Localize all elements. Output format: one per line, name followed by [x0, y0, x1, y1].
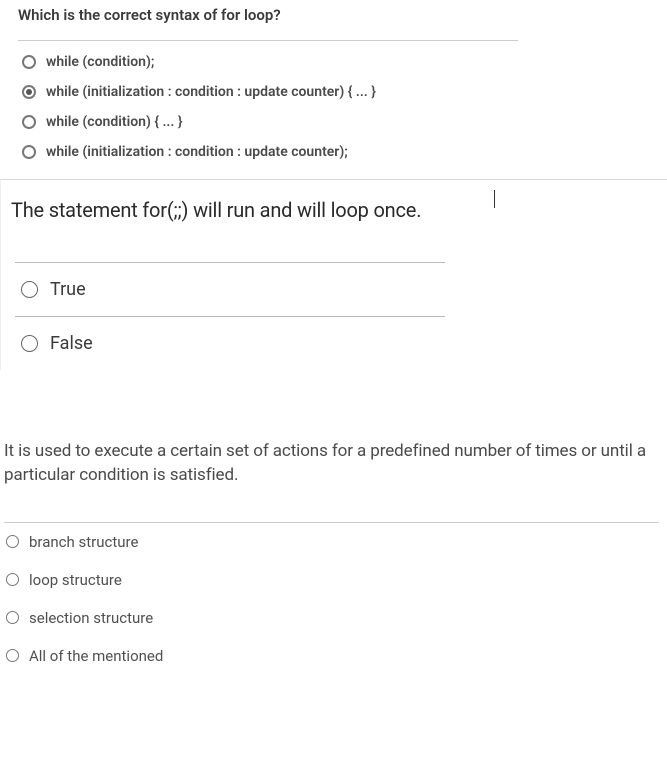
q2-option-true[interactable]: True [1, 263, 667, 316]
option-label: while (condition); [46, 54, 154, 70]
q3-option-1[interactable]: loop structure [4, 561, 663, 599]
option-label: while (initialization : condition : upda… [46, 84, 376, 100]
radio-icon [21, 281, 38, 298]
radio-icon [21, 335, 38, 352]
option-label: False [50, 333, 93, 354]
q3-option-3[interactable]: All of the mentioned [4, 637, 663, 675]
radio-icon [6, 573, 19, 586]
text-cursor [494, 190, 495, 208]
radio-icon [6, 611, 19, 624]
radio-icon [6, 649, 19, 662]
question-2-title: The statement for(;;) will run and will … [1, 180, 667, 262]
q1-option-1[interactable]: while (initialization : condition : upda… [18, 77, 649, 107]
q3-option-2[interactable]: selection structure [4, 599, 663, 637]
q3-option-0[interactable]: branch structure [4, 523, 663, 561]
question-3: It is used to execute a certain set of a… [0, 370, 667, 675]
radio-icon [22, 145, 36, 159]
option-label: True [50, 279, 86, 300]
radio-icon [6, 535, 19, 548]
option-label: loop structure [29, 571, 122, 589]
radio-icon-selected [22, 85, 36, 99]
q1-option-3[interactable]: while (initialization : condition : upda… [18, 137, 649, 167]
q2-option-false[interactable]: False [1, 317, 667, 370]
question-1-title: Which is the correct syntax of for loop? [18, 0, 649, 40]
q1-option-2[interactable]: while (condition) { ... } [18, 107, 649, 137]
option-label: All of the mentioned [29, 647, 163, 665]
option-label: while (initialization : condition : upda… [46, 144, 348, 160]
divider [18, 40, 518, 41]
option-label: selection structure [29, 609, 153, 627]
question-2: The statement for(;;) will run and will … [0, 179, 667, 370]
radio-icon [22, 55, 36, 69]
question-1: Which is the correct syntax of for loop?… [0, 0, 667, 179]
radio-icon [22, 115, 36, 129]
option-label: branch structure [29, 533, 138, 551]
q1-option-0[interactable]: while (condition); [18, 47, 649, 77]
option-label: while (condition) { ... } [46, 114, 183, 130]
question-3-title: It is used to execute a certain set of a… [4, 440, 663, 522]
